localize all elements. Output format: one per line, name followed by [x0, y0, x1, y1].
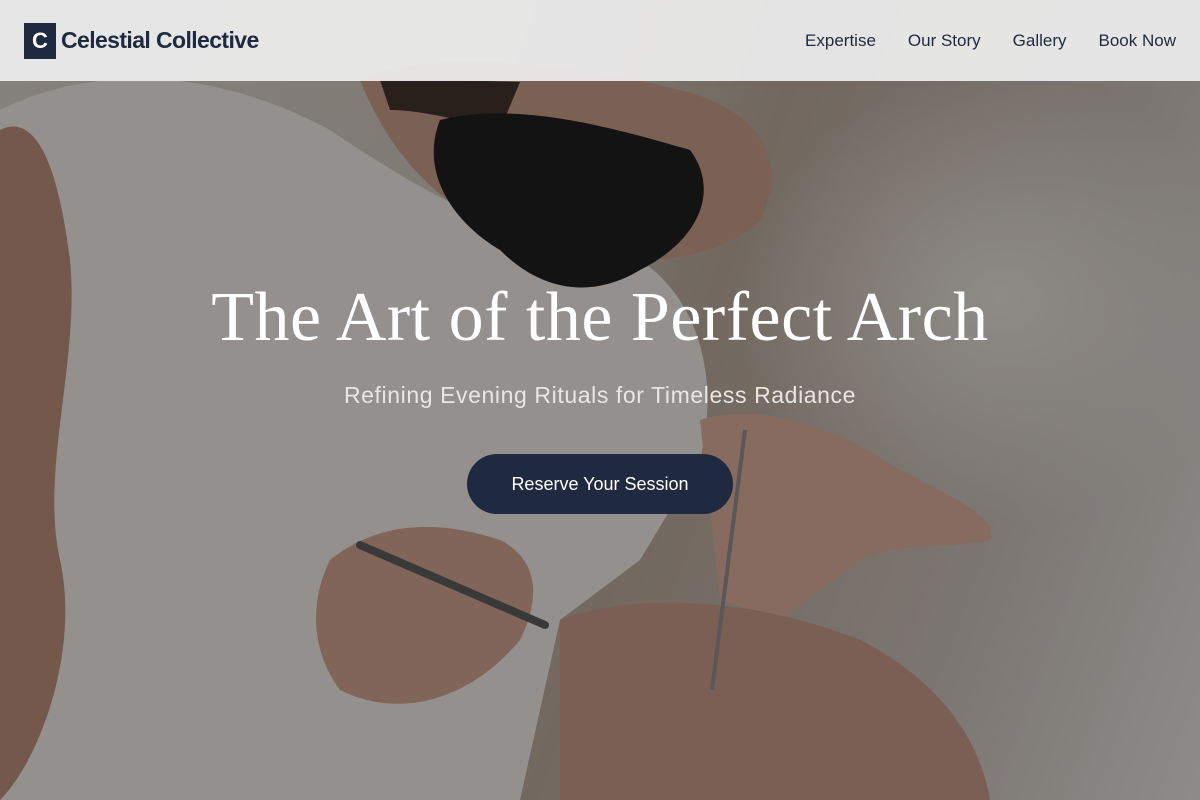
brand-name: Celestial Collective	[61, 27, 259, 53]
nav-link-gallery[interactable]: Gallery	[1013, 31, 1067, 51]
reserve-session-button[interactable]: Reserve Your Session	[467, 454, 733, 514]
brand-mark: C	[24, 22, 56, 59]
site-header: C Celestial Collective Expertise Our Sto…	[0, 0, 1200, 81]
hero-subtitle: Refining Evening Rituals for Timeless Ra…	[343, 382, 857, 408]
nav-link-book-now[interactable]: Book Now	[1099, 31, 1176, 51]
hero-title: The Art of the Perfect Arch	[211, 279, 989, 356]
main-nav: Expertise Our Story Gallery Book Now	[805, 31, 1176, 51]
brand-logo[interactable]: C Celestial Collective	[24, 22, 259, 59]
nav-link-our-story[interactable]: Our Story	[908, 31, 981, 51]
nav-link-expertise[interactable]: Expertise	[805, 31, 876, 51]
